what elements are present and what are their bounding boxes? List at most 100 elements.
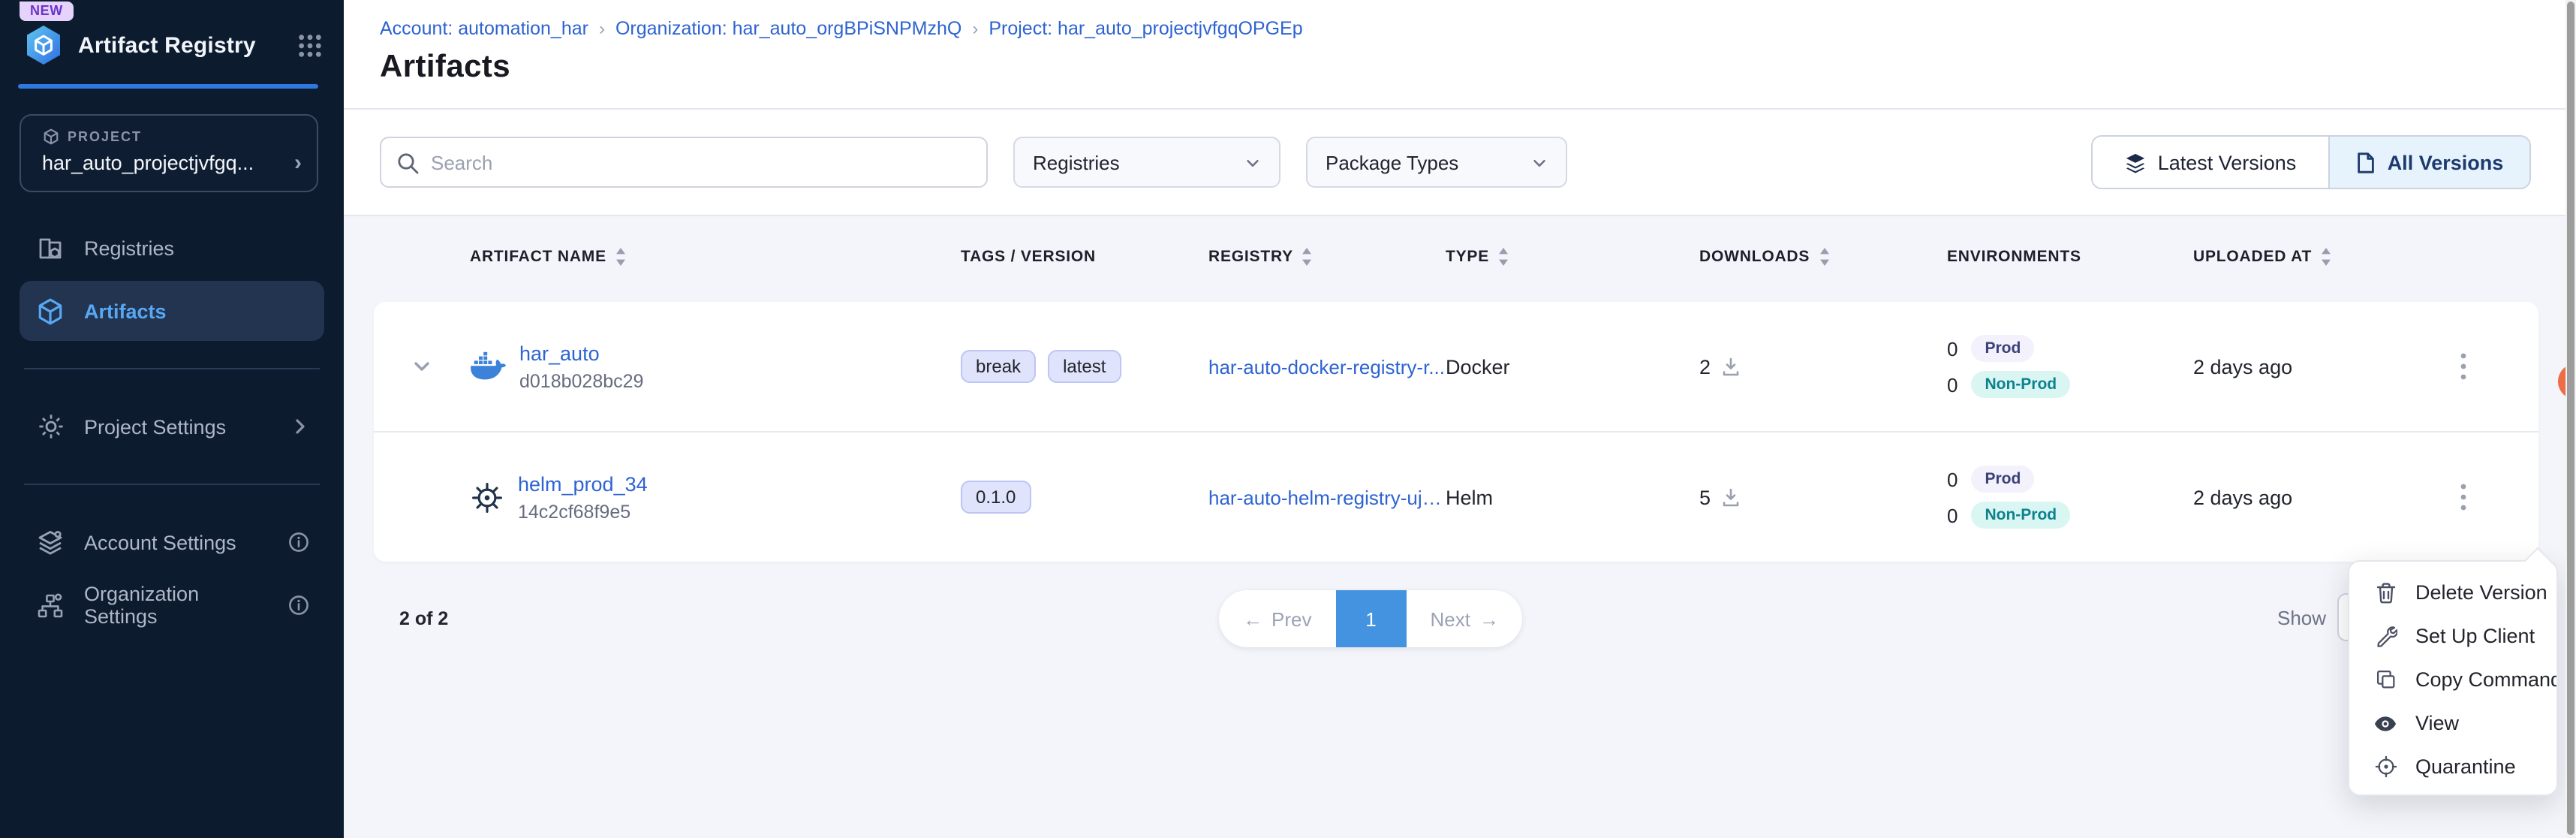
column-header-downloads[interactable]: DOWNLOADS xyxy=(1699,248,1947,266)
artifact-name-link[interactable]: har_auto xyxy=(519,342,643,364)
new-badge: NEW xyxy=(20,2,74,21)
nonprod-badge: Non-Prod xyxy=(1971,502,2070,529)
info-icon[interactable] xyxy=(288,595,309,616)
wrench-icon xyxy=(2373,624,2397,648)
arrow-right-icon: → xyxy=(1479,607,1499,630)
breadcrumb-separator: › xyxy=(599,18,605,39)
registry-link[interactable]: har-auto-docker-registry-r... xyxy=(1208,355,1452,378)
latest-versions-label: Latest Versions xyxy=(2158,151,2297,173)
sidebar-divider xyxy=(24,368,320,369)
sidebar-item-label: Account Settings xyxy=(84,531,236,553)
project-name: har_auto_projectjvfgq... xyxy=(42,152,288,174)
row-expander-chevron-down-icon[interactable] xyxy=(374,356,470,377)
row-actions-kebab-icon[interactable] xyxy=(2442,476,2484,518)
sidebar-item-label: Artifacts xyxy=(84,300,167,322)
artifact-digest: 14c2cf68f9e5 xyxy=(518,501,648,522)
project-cube-icon xyxy=(42,128,60,146)
org-gear-icon xyxy=(36,591,65,619)
module-grid-icon[interactable] xyxy=(297,32,323,58)
row-actions-kebab-icon[interactable] xyxy=(2442,345,2484,387)
registry-link[interactable]: har-auto-helm-registry-ujn... xyxy=(1208,486,1452,508)
page-number-button[interactable]: 1 xyxy=(1335,590,1406,647)
column-header-registry[interactable]: REGISTRY xyxy=(1208,248,1452,266)
artifact-registry-logo-icon xyxy=(23,24,65,66)
tag-chip: latest xyxy=(1048,350,1121,383)
registries-icon xyxy=(36,234,65,262)
pagination-bar: 2 of 2 ← Prev 1 Next → Show xyxy=(344,589,2576,649)
breadcrumb-organization-link[interactable]: Organization: har_auto_orgBPiSNPMzhQ xyxy=(615,18,961,39)
tag-chip: break xyxy=(961,350,1036,383)
sidebar-item-artifacts[interactable]: Artifacts xyxy=(20,281,324,341)
prod-count: 0 xyxy=(1947,468,1958,490)
sidebar-item-label: Project Settings xyxy=(84,415,226,438)
column-header-environments: ENVIRONMENTS xyxy=(1947,248,2193,266)
sidebar-divider xyxy=(24,484,320,485)
menu-item-quarantine[interactable]: Quarantine xyxy=(2349,745,2556,788)
breadcrumb: Account: automation_har › Organization: … xyxy=(380,18,2576,39)
sidebar-item-label: Organization Settings xyxy=(84,583,249,628)
artifact-name-link[interactable]: helm_prod_34 xyxy=(518,472,648,495)
breadcrumb-project-link[interactable]: Project: har_auto_projectjvfgqOPGEp xyxy=(989,18,1302,39)
layers-icon xyxy=(2125,151,2147,173)
eye-icon xyxy=(2373,711,2397,735)
all-versions-label: All Versions xyxy=(2388,151,2504,173)
info-icon[interactable] xyxy=(288,532,309,553)
project-label: PROJECT xyxy=(68,129,142,144)
nonprod-count: 0 xyxy=(1947,373,1958,396)
brand-underline xyxy=(18,84,318,89)
menu-item-delete-version[interactable]: Delete Version xyxy=(2349,571,2556,614)
package-types-filter-label: Package Types xyxy=(1326,151,1458,173)
project-selector[interactable]: PROJECT har_auto_projectjvfgq... › xyxy=(20,114,318,192)
downloads-count: 5 xyxy=(1699,486,1711,508)
page-size-label: Show xyxy=(2277,589,2326,649)
breadcrumb-separator: › xyxy=(972,18,978,39)
artifacts-table: har_auto d018b028bc29 break latest har-a… xyxy=(374,302,2538,562)
scrollbar-thumb[interactable] xyxy=(2567,2,2574,835)
search-icon xyxy=(396,151,419,173)
prod-count: 0 xyxy=(1947,337,1958,360)
download-icon xyxy=(1721,487,1739,507)
all-versions-button[interactable]: All Versions xyxy=(2330,137,2529,188)
menu-item-set-up-client[interactable]: Set Up Client xyxy=(2349,614,2556,658)
table-area: ARTIFACT NAME TAGS / VERSION REGISTRY TY… xyxy=(344,227,2576,649)
chevron-right-icon: › xyxy=(294,150,302,176)
artifact-type: Docker xyxy=(1446,355,1699,378)
prev-page-button[interactable]: ← Prev xyxy=(1219,590,1335,647)
table-header: ARTIFACT NAME TAGS / VERSION REGISTRY TY… xyxy=(374,227,2538,287)
menu-item-copy-command[interactable]: Copy Command xyxy=(2349,658,2556,701)
page-title: Artifacts xyxy=(380,50,2576,86)
menu-item-view[interactable]: View xyxy=(2349,701,2556,745)
prod-badge: Prod xyxy=(1971,466,2034,493)
sort-icon xyxy=(615,248,626,266)
pagination-summary: 2 of 2 xyxy=(399,589,448,649)
version-chip: 0.1.0 xyxy=(961,481,1031,514)
registries-filter-dropdown[interactable]: Registries xyxy=(1013,137,1280,188)
artifact-type: Helm xyxy=(1446,486,1699,508)
breadcrumb-account-link[interactable]: Account: automation_har xyxy=(380,18,588,39)
scrollbar-track xyxy=(2565,0,2576,838)
sidebar-item-label: Registries xyxy=(84,237,174,259)
sidebar-item-account-settings[interactable]: Account Settings xyxy=(20,512,324,572)
sidebar-item-project-settings[interactable]: Project Settings xyxy=(20,396,324,457)
next-page-button[interactable]: Next → xyxy=(1406,590,1522,647)
package-types-filter-dropdown[interactable]: Package Types xyxy=(1306,137,1567,188)
helm-icon xyxy=(470,480,504,514)
column-header-uploaded-at[interactable]: UPLOADED AT xyxy=(2193,248,2388,266)
column-header-artifact-name[interactable]: ARTIFACT NAME xyxy=(470,248,961,266)
nonprod-count: 0 xyxy=(1947,504,1958,526)
page-header: Account: automation_har › Organization: … xyxy=(344,0,2576,110)
sidebar-item-organization-settings[interactable]: Organization Settings xyxy=(20,575,324,635)
docker-icon xyxy=(470,351,506,381)
latest-versions-button[interactable]: Latest Versions xyxy=(2093,137,2330,188)
row-context-menu: Delete Version Set Up Client Copy Comman… xyxy=(2348,560,2558,796)
search-input[interactable] xyxy=(431,151,971,173)
sidebar-nav: Registries Artifacts Project xyxy=(0,218,344,638)
sort-icon xyxy=(1498,248,1509,266)
download-icon xyxy=(1721,357,1739,376)
sidebar-item-registries[interactable]: Registries xyxy=(20,218,324,278)
chevron-down-icon xyxy=(1531,154,1548,170)
prod-badge: Prod xyxy=(1971,335,2034,362)
copy-icon xyxy=(2373,668,2397,692)
column-header-type[interactable]: TYPE xyxy=(1446,248,1699,266)
sort-icon xyxy=(2321,248,2331,266)
